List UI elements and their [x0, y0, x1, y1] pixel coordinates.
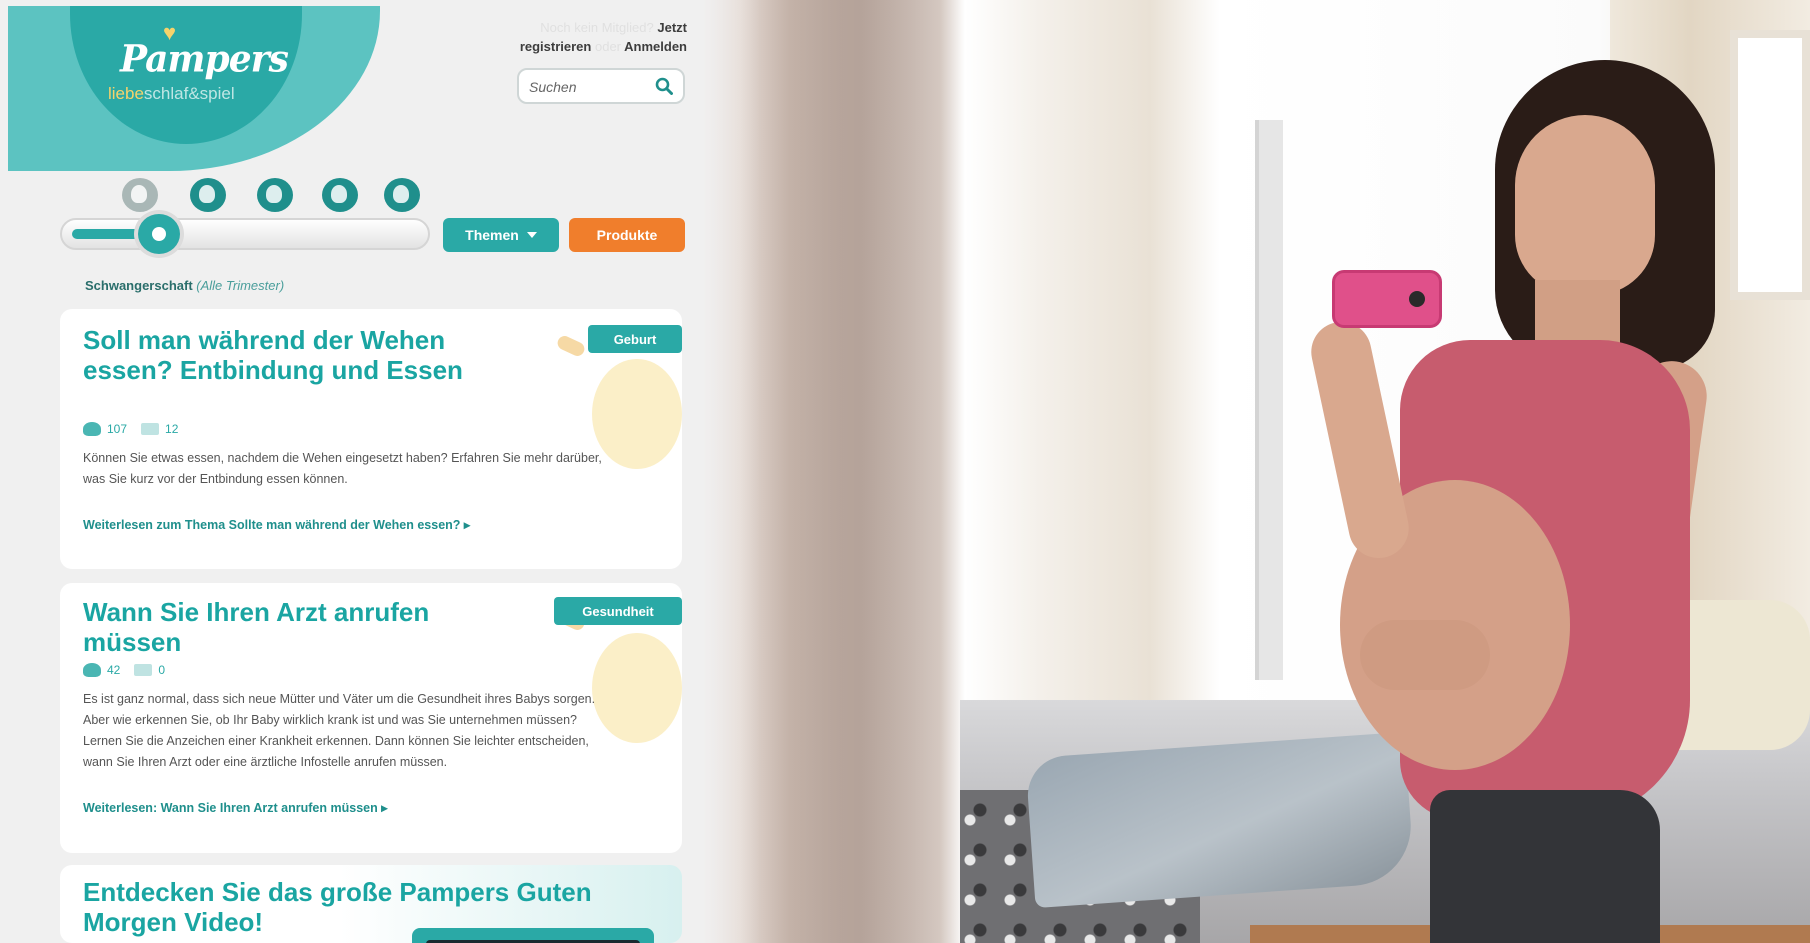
leggings [1430, 790, 1660, 943]
produkte-label: Produkte [596, 227, 658, 243]
video-thumbnail[interactable] [412, 928, 654, 943]
login-link[interactable]: Anmelden [624, 39, 687, 54]
stage-pregnancy-icon[interactable] [122, 178, 158, 212]
pampers-logo[interactable]: Pampers [120, 37, 289, 81]
read-more-link[interactable]: Weiterlesen: Wann Sie Ihren Arzt anrufen… [83, 800, 388, 815]
or-separator: oder [594, 39, 622, 54]
comment-icon[interactable] [134, 664, 153, 676]
chevron-down-icon [526, 232, 537, 238]
account-links: Noch kein Mitglied? Jetzt registrieren o… [520, 18, 687, 56]
search-input[interactable] [529, 77, 649, 97]
pampers-site-panel: ♥ Pampers liebeschlaf&spiel Noch kein Mi… [0, 0, 720, 943]
phone-camera-lens [1409, 291, 1425, 307]
pregnant-woman-photo [1305, 60, 1740, 943]
stage-newborn-icon[interactable] [190, 178, 226, 212]
life-stage-slider[interactable] [60, 210, 430, 258]
face [1515, 115, 1655, 295]
article-title[interactable]: Wann Sie Ihren Arzt anrufen müssen [83, 597, 483, 657]
like-icon[interactable] [83, 422, 101, 436]
stage-toddler-icon[interactable] [322, 178, 358, 212]
wall-picture-frame [1730, 30, 1810, 300]
breadcrumb-trimester: (Alle Trimester) [196, 278, 285, 293]
article-title[interactable]: Soll man während der Wehen essen? Entbin… [83, 325, 483, 385]
read-more-link[interactable]: Weiterlesen zum Thema Sollte man während… [83, 517, 470, 532]
register-link[interactable]: registrieren [520, 39, 592, 54]
comment-icon[interactable] [141, 423, 160, 435]
themen-label: Themen [465, 227, 519, 243]
like-icon[interactable] [83, 663, 101, 677]
category-tag[interactable]: Gesundheit [554, 597, 682, 625]
article-stats: 42 0 [83, 663, 165, 677]
search-icon[interactable] [655, 77, 673, 95]
search-box [517, 68, 685, 104]
hand [1360, 620, 1490, 690]
like-count: 42 [107, 663, 121, 677]
article-card: Wann Sie Ihren Arzt anrufen müssen Gesun… [60, 583, 682, 853]
article-stats: 107 12 [83, 422, 178, 436]
themen-dropdown-button[interactable]: Themen [443, 218, 559, 252]
pink-phone [1332, 270, 1442, 328]
article-card: Soll man während der Wehen essen? Entbin… [60, 309, 682, 569]
breadcrumb: Schwangerschaft (Alle Trimester) [85, 278, 284, 293]
breadcrumb-stage[interactable]: Schwangerschaft [85, 278, 193, 293]
stage-preschool-icon[interactable] [384, 178, 420, 212]
not-member-text: Noch kein Mitglied? [540, 20, 654, 35]
article-excerpt: Es ist ganz normal, dass sich neue Mütte… [83, 692, 596, 769]
comment-count: 0 [158, 663, 166, 677]
raised-arm [1305, 316, 1415, 564]
produkte-button[interactable]: Produkte [569, 218, 685, 252]
like-count: 107 [107, 422, 128, 436]
tagline-liebe: liebe [108, 84, 144, 103]
article-excerpt: Können Sie etwas essen, nachdem die Wehe… [83, 451, 602, 486]
curtain [740, 0, 960, 943]
stage-baby-icon[interactable] [257, 178, 293, 212]
category-tag[interactable]: Geburt [588, 325, 682, 353]
comment-count: 12 [165, 422, 179, 436]
register-link-line1[interactable]: Jetzt [657, 20, 687, 35]
slider-thumb[interactable] [134, 210, 184, 258]
tagline-rest: schlaf&spiel [143, 84, 235, 103]
logo-tagline: liebeschlaf&spiel [108, 84, 235, 104]
window-frame [1255, 120, 1283, 680]
video-promo-card[interactable]: Entdecken Sie das große Pampers Guten Mo… [60, 865, 682, 943]
